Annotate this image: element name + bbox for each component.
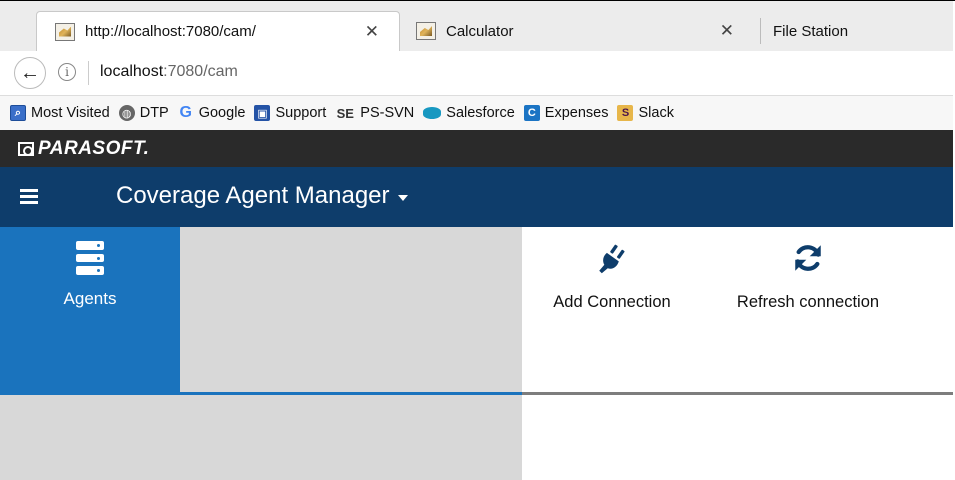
bookmark-label: Expenses [544,105,609,121]
slack-icon: S [617,105,634,121]
toolbar-underline [522,392,953,395]
globe-icon: ◍ [118,105,135,121]
refresh-connection-button[interactable]: Refresh connection [710,241,906,312]
bookmark-google[interactable]: G Google [178,104,246,121]
site-info-icon[interactable]: i [58,63,76,81]
tab-favicon-icon [416,22,436,40]
brand-name: PARASOFT. [38,137,150,159]
bookmark-dtp[interactable]: ◍ DTP [118,105,169,121]
back-button[interactable]: ← [14,57,46,89]
tab-favicon-icon [55,22,75,41]
tab-title: Calculator [446,22,514,40]
bookmark-label: Support [275,105,327,121]
bookmark-label: Salesforce [446,105,515,121]
bookmark-most-visited[interactable]: ⌕ Most Visited [10,105,110,121]
tab-close-icon[interactable]: ✕ [365,22,379,42]
google-icon: G [179,104,192,121]
bookmark-label: DTP [139,105,169,121]
bookmark-label: Slack [638,105,674,121]
bookmark-ps-svn[interactable]: SE PS-SVN [335,105,415,121]
bookmark-label: Most Visited [31,105,110,121]
browser-tab-calculator[interactable]: Calculator ✕ [404,11,754,51]
bookmark-slack[interactable]: S Slack [617,105,674,121]
address-bar[interactable]: localhost:7080/cam [100,63,238,81]
browser-tab-cam[interactable]: http://localhost:7080/cam/ ✕ [36,11,400,51]
caret-down-icon [397,195,408,201]
se-icon: SE [336,105,354,121]
expenses-icon: C [523,105,540,121]
browser-nav-bar: ← i localhost:7080/cam [0,51,953,96]
tab-title: File Station [773,22,849,40]
nav-item-agents[interactable]: Agents [0,227,180,395]
add-connection-button[interactable]: Add Connection [532,241,692,312]
bookmark-support[interactable]: ▣ Support [254,105,326,121]
add-connection-label: Add Connection [553,293,671,311]
brand-bar: PARASOFT. [0,130,953,167]
hamburger-menu-icon[interactable] [20,189,38,204]
tab-title: http://localhost:7080/cam/ [85,23,256,40]
most-visited-icon: ⌕ [10,105,26,121]
parasoft-logo: PARASOFT. [18,138,149,160]
server-stack-icon [76,241,104,276]
salesforce-icon [423,107,442,119]
bookmark-label: PS-SVN [360,105,415,121]
refresh-connection-label: Refresh connection [736,293,880,311]
back-arrow-icon: ← [20,61,40,84]
app-title: Coverage Agent Manager [116,182,390,209]
bookmark-label: Google [198,105,246,121]
nav-item-label: Agents [63,289,117,308]
left-nav: Agents [0,227,522,395]
browser-tab-file-station[interactable]: File Station [760,18,953,44]
left-panel [0,395,522,480]
bookmarks-bar: ⌕ Most Visited ◍ DTP G Google ▣ Support SE PS… [0,96,953,130]
address-host: localhost [100,63,164,80]
address-path: :7080/cam [163,63,238,80]
refresh-icon [795,245,821,271]
plug-icon [599,244,625,274]
parasoft-logo-icon [18,141,34,156]
app-title-dropdown[interactable]: Coverage Agent Manager [116,182,408,210]
connection-toolbar: Add Connection Refresh connection [522,227,953,395]
address-separator [88,61,89,85]
bookmark-expenses[interactable]: C Expenses [523,105,609,121]
support-icon: ▣ [254,105,271,121]
tab-close-icon[interactable]: ✕ [720,21,734,41]
bookmark-salesforce[interactable]: Salesforce [423,105,515,121]
app-header: Coverage Agent Manager [0,167,953,227]
browser-tab-strip: http://localhost:7080/cam/ ✕ Calculator … [0,1,953,51]
